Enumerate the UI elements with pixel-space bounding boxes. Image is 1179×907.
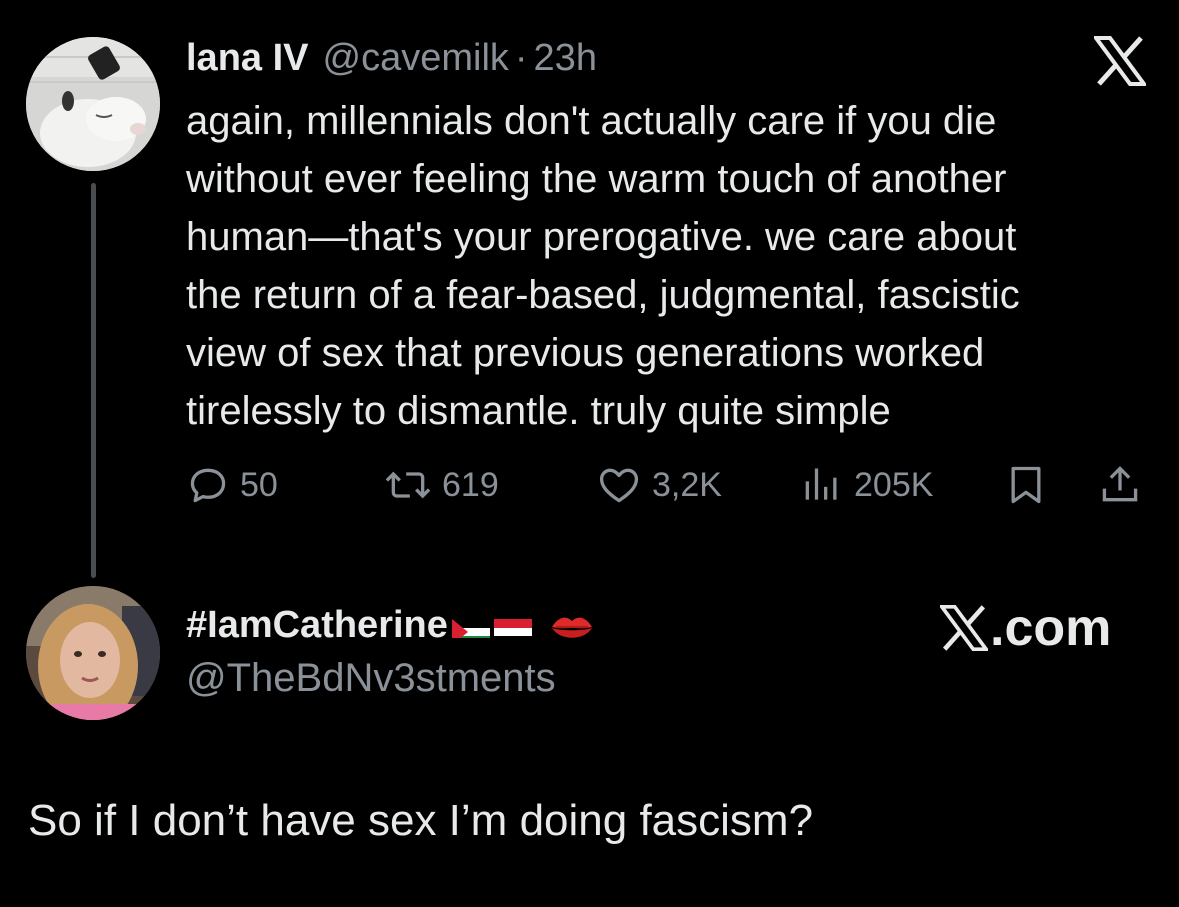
tweet-text: So if I don’t have sex I’m doing fascism… <box>28 796 814 845</box>
display-name[interactable]: #IamCatherine <box>186 604 448 647</box>
x-logo-icon[interactable] <box>1092 36 1148 86</box>
like-count: 3,2K <box>652 465 722 504</box>
user-handle[interactable]: @cavemilk <box>323 37 509 80</box>
view-count: 205K <box>854 465 934 504</box>
reply-button[interactable]: 50 <box>186 460 278 510</box>
repost-count: 619 <box>442 465 499 504</box>
separator-dot: · <box>514 37 528 79</box>
site-domain-label: .com <box>990 599 1112 657</box>
display-name[interactable]: lana IV <box>186 37 309 80</box>
heart-icon <box>599 468 639 503</box>
views-button[interactable]: 205K <box>800 460 933 510</box>
reply-icon <box>190 468 226 503</box>
user-handle[interactable]: @TheBdNv3stments <box>186 656 556 701</box>
share-icon <box>1102 466 1138 502</box>
woman-avatar-icon <box>26 586 160 720</box>
share-button[interactable] <box>1098 460 1142 510</box>
kiss-mark-icon <box>550 610 594 640</box>
timestamp[interactable]: 23h <box>534 37 597 80</box>
yemen-flag-icon <box>493 612 532 638</box>
repost-icon <box>385 471 431 499</box>
like-button[interactable]: 3,2K <box>596 460 722 510</box>
tweet-header: #IamCatherine <box>186 600 594 650</box>
x-com-branding: .com <box>940 598 1111 658</box>
goat-avatar-icon <box>26 37 160 171</box>
views-chart-icon <box>805 468 837 500</box>
tweet-text: again, millennials don't actually care i… <box>186 99 1020 433</box>
avatar[interactable] <box>26 586 160 720</box>
bookmark-icon <box>1011 466 1041 504</box>
x-logo-icon <box>940 605 988 651</box>
tweet-header: lana IV @cavemilk · 23h <box>186 37 597 83</box>
repost-button[interactable]: 619 <box>384 460 499 510</box>
reply-count: 50 <box>240 465 278 504</box>
bookmark-button[interactable] <box>1004 460 1048 510</box>
palestine-flag-icon <box>451 612 490 638</box>
thread-connector-line <box>91 183 96 578</box>
avatar[interactable] <box>26 37 160 171</box>
